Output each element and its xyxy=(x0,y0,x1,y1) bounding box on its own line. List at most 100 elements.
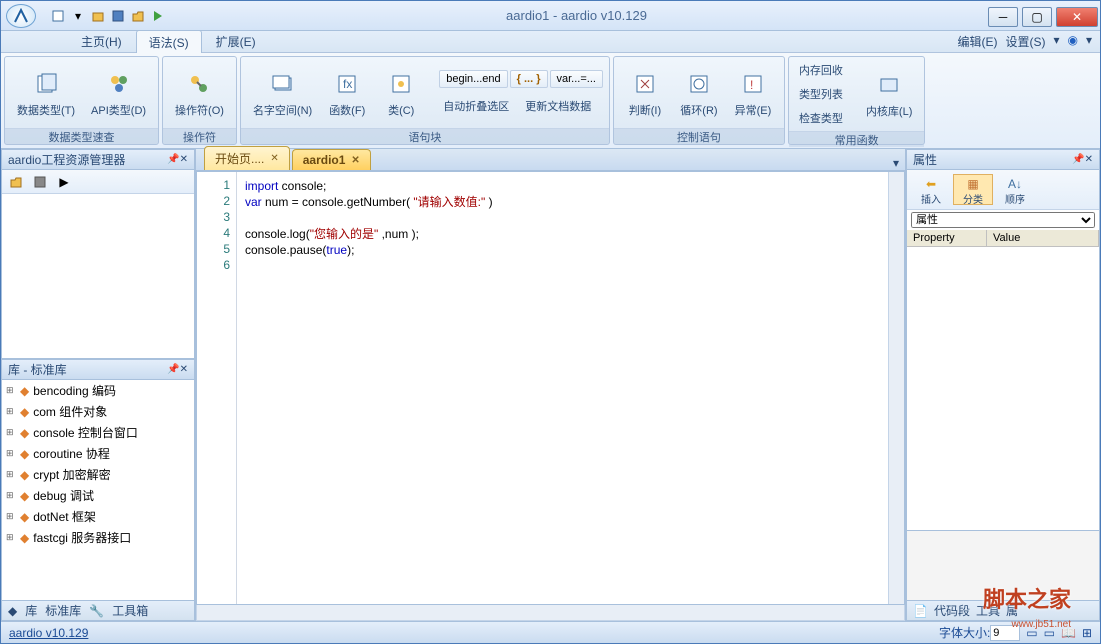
exception-icon: ! xyxy=(741,72,765,96)
document-tabs: 开始页.... ✕ aardio1 ✕ ▾ xyxy=(196,149,905,171)
app-icon xyxy=(13,8,29,24)
lib-tab-lib[interactable]: 库 xyxy=(25,602,37,619)
rb-tab-code[interactable]: 代码段 xyxy=(934,602,970,619)
pin-icon[interactable]: 📌 xyxy=(167,154,179,165)
app-menu-button[interactable] xyxy=(1,1,41,31)
code-editor[interactable]: 123456 import console; var num = console… xyxy=(196,171,905,605)
btn-updatedoc[interactable]: 更新文档数据 xyxy=(521,96,595,116)
lib-tab-lib-icon[interactable]: ◆ xyxy=(8,604,17,618)
horizontal-scrollbar[interactable] xyxy=(196,605,905,621)
apitype-icon xyxy=(107,72,131,96)
menu-edit[interactable]: 编辑(E) xyxy=(957,33,997,50)
tree-item[interactable]: ⊞◆dotNet 框架 xyxy=(2,506,194,527)
tree-item[interactable]: ⊞◆debug 调试 xyxy=(2,485,194,506)
pin-icon[interactable]: 📌 xyxy=(167,364,179,375)
props-category-button[interactable]: ▦ 分类 xyxy=(953,174,993,205)
close-icon[interactable]: ✕ xyxy=(180,364,188,375)
btn-apitype[interactable]: API类型(D) xyxy=(85,64,152,122)
tree-item[interactable]: ⊞◆bencoding 编码 xyxy=(2,380,194,401)
code-content[interactable]: import console; var num = console.getNum… xyxy=(237,172,888,604)
btn-gc[interactable]: 内存回收 xyxy=(795,60,847,80)
lib-tab-toolbox[interactable]: 工具箱 xyxy=(112,602,148,619)
tab-aardio1[interactable]: aardio1 ✕ xyxy=(292,149,371,170)
new-folder-icon[interactable] xyxy=(6,172,26,192)
menu-settings[interactable]: 设置(S) xyxy=(1005,33,1045,50)
tab-startpage[interactable]: 开始页.... ✕ xyxy=(204,146,290,170)
project-tree[interactable] xyxy=(2,194,194,358)
if-icon xyxy=(633,72,657,96)
tree-item[interactable]: ⊞◆crypt 加密解密 xyxy=(2,464,194,485)
qat-dropdown-icon[interactable]: ▾ xyxy=(69,7,87,25)
library-panel: 库 - 标准库 📌 ✕ ⊞◆bencoding 编码⊞◆com 组件对象⊞◆co… xyxy=(1,359,195,621)
tab-close-icon[interactable]: ✕ xyxy=(351,155,359,166)
tab-syntax[interactable]: 语法(S) xyxy=(136,30,202,54)
status-version-link[interactable]: aardio v10.129 xyxy=(9,626,88,640)
props-order-button[interactable]: A↓ 顺序 xyxy=(995,174,1035,205)
btn-namespace[interactable]: 名字空间(N) xyxy=(247,64,318,122)
qat-open-icon[interactable] xyxy=(89,7,107,25)
ribbon: 数据类型(T) API类型(D) 数据类型速查 操作符(O) 操作符 xyxy=(1,53,1100,149)
btn-if[interactable]: 判断(I) xyxy=(620,64,670,122)
sb-icon-2[interactable]: ▭ xyxy=(1044,626,1055,640)
ribbon-tabs: 主页(H) 语法(S) 扩展(E) 编辑(E) 设置(S) ▾ ◉ ▾ xyxy=(1,31,1100,53)
sb-icon-1[interactable]: ▭ xyxy=(1026,626,1037,640)
maximize-button[interactable]: ▢ xyxy=(1022,7,1052,27)
btn-kernel[interactable]: 内核库(L) xyxy=(860,65,918,123)
ribbon-group-label: 控制语句 xyxy=(614,128,784,144)
props-col-value[interactable]: Value xyxy=(987,230,1099,246)
save-icon[interactable] xyxy=(30,172,50,192)
properties-panel: 属性 📌 ✕ ⬅ 插入 ▦ 分类 A↓ 顺序 xyxy=(906,149,1100,621)
close-icon[interactable]: ✕ xyxy=(1085,154,1093,165)
btn-class[interactable]: 类(C) xyxy=(376,64,426,122)
vertical-scrollbar[interactable] xyxy=(888,172,904,604)
tab-extend[interactable]: 扩展(E) xyxy=(204,30,268,54)
library-panel-title: 库 - 标准库 xyxy=(8,361,67,378)
btn-datatype[interactable]: 数据类型(T) xyxy=(11,64,81,122)
props-insert-button[interactable]: ⬅ 插入 xyxy=(911,174,951,205)
qat-save-icon[interactable] xyxy=(109,7,127,25)
play-icon[interactable]: ▶ xyxy=(54,172,74,192)
tab-close-icon[interactable]: ✕ xyxy=(270,153,278,164)
tree-item[interactable]: ⊞◆fastcgi 服务器接口 xyxy=(2,527,194,548)
btn-exception[interactable]: ! 异常(E) xyxy=(728,64,778,122)
tree-item[interactable]: ⊞◆com 组件对象 xyxy=(2,401,194,422)
btn-var[interactable]: var...=... xyxy=(550,70,603,88)
btn-checktype[interactable]: 检查类型 xyxy=(795,108,847,128)
class-icon xyxy=(389,72,413,96)
status-fontsize-input[interactable] xyxy=(990,625,1020,641)
sb-icon-3[interactable]: 📖 xyxy=(1061,626,1076,640)
btn-loop[interactable]: 循环(R) xyxy=(674,64,724,122)
lib-tab-toolbox-icon[interactable]: 🔧 xyxy=(89,604,104,618)
props-combo[interactable]: 属性 xyxy=(911,212,1095,228)
btn-beginend[interactable]: begin...end xyxy=(439,70,507,88)
rb-tab-tool[interactable]: 工具 xyxy=(976,602,1000,619)
kernel-icon xyxy=(877,73,901,97)
btn-autofold[interactable]: 自动折叠选区 xyxy=(439,96,513,116)
close-icon[interactable]: ✕ xyxy=(180,154,188,165)
lib-tab-stdlib[interactable]: 标准库 xyxy=(45,602,81,619)
rb-tab-code-icon[interactable]: 📄 xyxy=(913,604,928,618)
tree-item[interactable]: ⊞◆console 控制台窗口 xyxy=(2,422,194,443)
left-sidebar: aardio工程资源管理器 📌 ✕ ▶ 库 - 标准库 📌 ✕ xyxy=(1,149,196,621)
qat-run-icon[interactable] xyxy=(149,7,167,25)
tree-item[interactable]: ⊞◆coroutine 协程 xyxy=(2,443,194,464)
props-grid[interactable] xyxy=(907,247,1099,530)
pin-icon[interactable]: 📌 xyxy=(1072,154,1084,165)
sb-icon-4[interactable]: ⊞ xyxy=(1082,626,1092,640)
btn-operator[interactable]: 操作符(O) xyxy=(169,64,230,122)
close-button[interactable]: ✕ xyxy=(1056,7,1098,27)
btn-function[interactable]: fx 函数(F) xyxy=(322,64,372,122)
qat-new-icon[interactable] xyxy=(49,7,67,25)
props-col-property[interactable]: Property xyxy=(907,230,987,246)
rb-tab-prop[interactable]: 属 xyxy=(1006,602,1018,619)
btn-typelist[interactable]: 类型列表 xyxy=(795,84,847,104)
qat-folder-icon[interactable] xyxy=(129,7,147,25)
btn-braces[interactable]: { ... } xyxy=(510,70,548,88)
window-title: aardio1 - aardio v10.129 xyxy=(167,8,986,23)
help-icon[interactable]: ◉ xyxy=(1067,33,1077,50)
props-preview xyxy=(907,530,1099,600)
minimize-button[interactable]: ─ xyxy=(988,7,1018,27)
tab-home[interactable]: 主页(H) xyxy=(69,30,134,54)
tabs-dropdown-icon[interactable]: ▾ xyxy=(887,156,905,170)
svg-text:fx: fx xyxy=(343,77,352,91)
